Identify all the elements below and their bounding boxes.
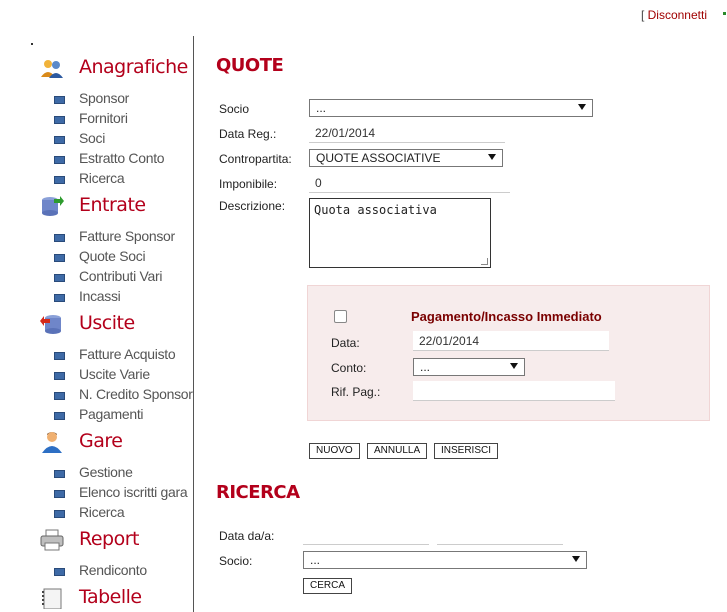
sidebar-item-fatture-sponsor[interactable]: Fatture Sponsor [36,226,194,246]
chevron-down-icon [488,154,496,160]
sidebar-item-pagamenti[interactable]: Pagamenti [36,404,194,424]
sidebar-item-rendiconto[interactable]: Rendiconto [36,560,194,580]
sidebar-item-soci[interactable]: Soci [36,128,194,148]
sidebar-section-entrate[interactable]: Entrate [36,190,194,220]
sidebar-item-ricerca[interactable]: Ricerca [36,168,194,188]
payment-conto-select[interactable]: ... [413,358,525,376]
payment-conto-value: ... [420,360,431,374]
sidebar-section-title: Anagrafiche [79,56,188,78]
descrizione-textarea[interactable]: Quota associativa [309,198,491,268]
sidebar-section-title: Tabelle [79,586,142,608]
socio-label: Socio [219,102,250,116]
sidebar-items-entrate: Fatture Sponsor Quote Soci Contributi Va… [36,226,194,306]
top-mark [723,12,726,15]
descrizione-label: Descrizione: [219,199,286,213]
socio-select[interactable]: ... [309,99,593,117]
sidebar-section-uscite[interactable]: Uscite [36,308,194,338]
sidebar-item-ricerca-gare[interactable]: Ricerca [36,502,194,522]
sidebar-items-anagrafiche: Sponsor Fornitori Soci Estratto Conto Ri… [36,88,194,188]
annulla-button[interactable]: ANNULLA [367,443,428,459]
sidebar-item-gestione[interactable]: Gestione [36,462,194,482]
logout-link[interactable]: Disconnetti [648,8,707,22]
user-icon [42,432,62,453]
chevron-down-icon [572,556,580,562]
notebook-icon [42,588,62,609]
sidebar-item-contributi-vari[interactable]: Contributi Vari [36,266,194,286]
sidebar-item-uscite-varie[interactable]: Uscite Varie [36,364,194,384]
sidebar-divider [193,36,194,612]
payment-data-label: Data: [331,336,360,350]
sidebar-items-report: Rendiconto [36,560,194,580]
search-date-from-input[interactable] [303,525,429,545]
dot-marker [31,43,33,45]
sidebar-item-sponsor[interactable]: Sponsor [36,88,194,108]
contropartita-label: Contropartita: [219,152,292,166]
imponibile-input[interactable]: 0 [309,173,510,193]
sidebar-section-anagrafiche[interactable]: Anagrafiche [36,52,194,82]
cerca-button[interactable]: CERCA [303,578,353,594]
inserisci-button[interactable]: INSERISCI [434,443,499,459]
sidebar-section-title: Gare [79,430,123,452]
search-data-label: Data da/a: [219,529,275,543]
bracket-open: [ [640,8,645,22]
database-out-icon [40,315,61,334]
sidebar-section-report[interactable]: Report [36,524,194,554]
sidebar-section-gare[interactable]: Gare [36,426,194,456]
sidebar-item-elenco-iscritti[interactable]: Elenco iscritti gara [36,482,194,502]
resize-handle-icon[interactable] [481,258,488,265]
sidebar: Anagrafiche Sponsor Fornitori Soci Estra… [36,52,194,612]
nuovo-button[interactable]: NUOVO [309,443,360,459]
chevron-down-icon [578,104,586,110]
sidebar-section-title: Report [79,528,139,550]
data-reg-input[interactable]: 22/01/2014 [309,123,505,143]
quote-heading: QUOTE [216,55,284,76]
chevron-down-icon [510,363,518,369]
payment-data-input[interactable]: 22/01/2014 [413,331,609,351]
payment-rif-input[interactable] [413,381,615,401]
data-reg-label: Data Reg.: [219,127,277,141]
sidebar-items-gare: Gestione Elenco iscritti gara Ricerca [36,462,194,522]
ricerca-heading: RICERCA [216,482,300,503]
sidebar-section-title: Uscite [79,312,135,334]
descrizione-text: Quota associativa [314,203,437,217]
top-bar: [ Disconnetti [641,8,707,22]
search-socio-select[interactable]: ... [303,551,587,569]
imponibile-label: Imponibile: [219,177,278,191]
payment-checkbox[interactable] [334,310,347,323]
sidebar-item-estratto-conto[interactable]: Estratto Conto [36,148,194,168]
contropartita-select-value: QUOTE ASSOCIATIVE [316,151,441,165]
sidebar-section-tabelle[interactable]: Tabelle [36,582,194,612]
database-in-icon [42,196,64,216]
sidebar-item-fatture-acquisto[interactable]: Fatture Acquisto [36,344,194,364]
socio-select-value: ... [316,101,327,115]
search-socio-label: Socio: [219,554,253,568]
payment-conto-label: Conto: [331,361,367,375]
payment-rif-label: Rif. Pag.: [331,385,381,399]
sidebar-item-incassi[interactable]: Incassi [36,286,194,306]
printer-icon [40,529,64,551]
sidebar-item-fornitori[interactable]: Fornitori [36,108,194,128]
sidebar-items-uscite: Fatture Acquisto Uscite Varie N. Credito… [36,344,194,424]
sidebar-section-title: Entrate [79,194,146,216]
sidebar-item-quote-soci[interactable]: Quote Soci [36,246,194,266]
contropartita-select[interactable]: QUOTE ASSOCIATIVE [309,149,503,167]
search-socio-value: ... [310,553,321,567]
payment-title: Pagamento/Incasso Immediato [411,309,602,324]
users-icon [41,60,63,78]
sidebar-item-credito-sponsor[interactable]: N. Credito Sponsor [36,384,194,404]
search-date-to-input[interactable] [437,525,563,545]
